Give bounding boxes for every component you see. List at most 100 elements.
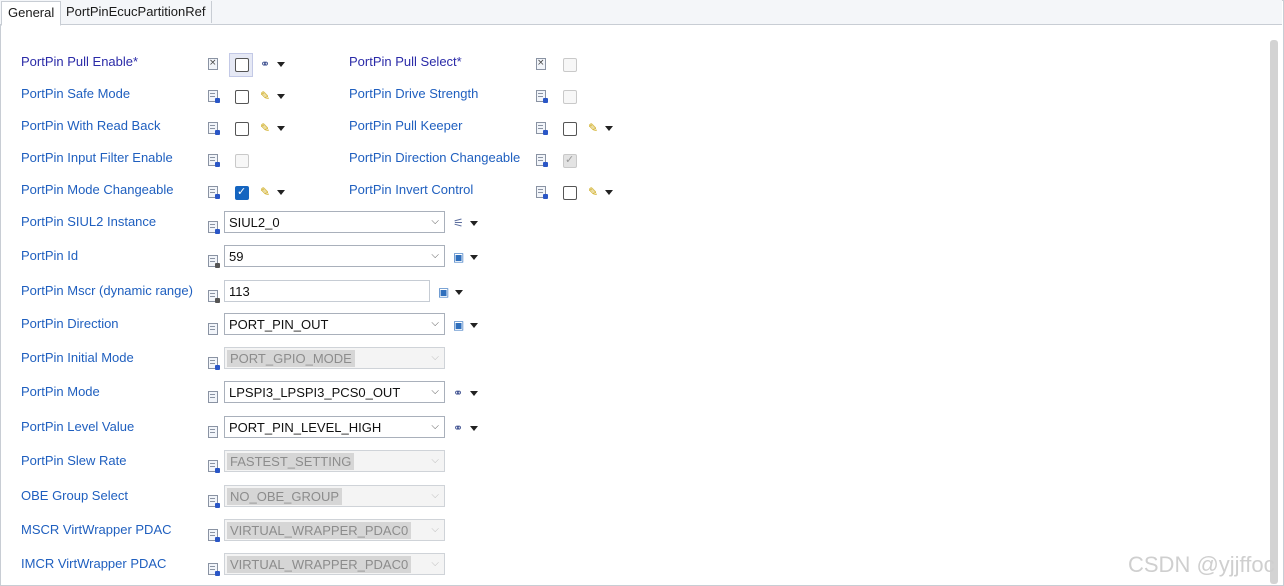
combo-box[interactable]: ⌵ 59 — [224, 245, 445, 267]
icon-line — [210, 128, 215, 129]
icon-badge — [215, 130, 220, 135]
chevron-down-icon[interactable]: ⌵ — [431, 318, 439, 329]
pencil-icon: ✎ — [260, 185, 271, 199]
dropdown-arrow-icon[interactable] — [470, 221, 478, 226]
icon-badge — [215, 365, 220, 370]
dropdown-arrow-icon[interactable] — [277, 126, 285, 131]
icon-line — [210, 432, 215, 433]
combo-box: ⌵ FASTEST_SETTING — [224, 450, 445, 472]
icon-badge — [215, 162, 220, 167]
default-param-icon — [208, 122, 220, 135]
field-label: MSCR VirtWrapper PDAC — [21, 522, 172, 537]
icon-line — [210, 501, 215, 502]
tab-general[interactable]: General — [1, 1, 62, 26]
icon-line — [538, 128, 543, 129]
icon-badge — [543, 98, 548, 103]
pencil-action[interactable]: ✎ — [260, 185, 286, 199]
combo-box[interactable]: ⌵ PORT_PIN_LEVEL_HIGH — [224, 416, 445, 438]
tab-portpin-ecuc-partition-ref[interactable]: PortPinEcucPartitionRef — [60, 1, 213, 23]
icon-line — [210, 227, 215, 228]
icon-mark: × — [537, 58, 545, 68]
icon-line — [210, 93, 215, 94]
icon-badge — [215, 571, 220, 576]
pencil-icon: ✎ — [260, 89, 271, 103]
icon-badge — [215, 468, 220, 473]
icon-line — [210, 397, 215, 398]
save-action[interactable]: ▣ — [453, 318, 479, 332]
checkbox[interactable] — [563, 122, 577, 136]
save-icon: ▣ — [438, 285, 450, 299]
field-label: PortPin Level Value — [21, 419, 135, 434]
enum-param-icon — [208, 426, 218, 438]
checkbox[interactable] — [563, 186, 577, 200]
default-param-icon — [536, 90, 548, 103]
icon-line — [210, 532, 215, 533]
dropdown-arrow-icon[interactable] — [470, 255, 478, 260]
link-chain-action[interactable]: ⚭ — [260, 57, 286, 71]
field-label: PortPin Invert Control — [349, 182, 474, 197]
checkbox — [563, 90, 577, 104]
pencil-action[interactable]: ✎ — [260, 121, 286, 135]
field-label: PortPin Pull Select* — [349, 54, 462, 69]
save-action[interactable]: ▣ — [438, 285, 464, 299]
dropdown-arrow-icon[interactable] — [455, 290, 463, 295]
icon-line — [210, 463, 215, 464]
dropdown-arrow-icon[interactable] — [470, 323, 478, 328]
icon-line — [538, 125, 543, 126]
wand-action[interactable]: ⚟ — [453, 216, 479, 230]
combo-box[interactable]: ⌵ PORT_PIN_OUT — [224, 313, 445, 335]
dropdown-arrow-icon[interactable] — [277, 94, 285, 99]
link-chain-action[interactable]: ⚭ — [453, 386, 479, 400]
dropdown-arrow-icon[interactable] — [470, 391, 478, 396]
chevron-down-icon[interactable]: ⌵ — [431, 421, 439, 432]
dropdown-arrow-icon[interactable] — [605, 126, 613, 131]
reference-param-icon — [208, 221, 220, 234]
pencil-action[interactable]: ✎ — [260, 89, 286, 103]
vertical-scrollbar[interactable] — [1270, 40, 1278, 584]
field-value: VIRTUAL_WRAPPER_PDAC0 — [227, 556, 412, 573]
chevron-down-icon[interactable]: ⌵ — [431, 386, 439, 397]
icon-line — [210, 394, 215, 395]
tab-bar: General PortPinEcucPartitionRef — [0, 0, 1282, 26]
dropdown-arrow-icon[interactable] — [470, 426, 478, 431]
field-value: SIUL2_0 — [229, 215, 280, 230]
combo-box[interactable]: ⌵ SIUL2_0 — [224, 211, 445, 233]
field-label: PortPin Input Filter Enable — [21, 150, 173, 165]
icon-badge — [215, 503, 220, 508]
dropdown-arrow-icon[interactable] — [277, 62, 285, 67]
field-value: PORT_PIN_LEVEL_HIGH — [229, 420, 382, 435]
link-chain-action[interactable]: ⚭ — [453, 421, 479, 435]
icon-badge — [215, 229, 220, 234]
icon-badge — [543, 162, 548, 167]
chevron-down-icon: ⌵ — [431, 524, 439, 535]
field-label: PortPin Direction — [21, 316, 119, 331]
chevron-down-icon: ⌵ — [431, 352, 439, 363]
icon-line — [210, 466, 215, 467]
chevron-down-icon: ⌵ — [431, 490, 439, 501]
chevron-down-icon[interactable]: ⌵ — [431, 216, 439, 227]
checkbox[interactable] — [235, 90, 249, 104]
checkbox[interactable] — [235, 58, 249, 72]
chevron-down-icon[interactable]: ⌵ — [431, 250, 439, 261]
icon-line — [538, 192, 543, 193]
checkbox[interactable] — [235, 185, 249, 200]
checkbox — [563, 153, 577, 168]
dropdown-arrow-icon[interactable] — [605, 190, 613, 195]
save-action[interactable]: ▣ — [453, 250, 479, 264]
combo-box[interactable]: ⌵ LPSPI3_LPSPI3_PCS0_OUT — [224, 381, 445, 403]
pencil-action[interactable]: ✎ — [588, 121, 614, 135]
field-label: PortPin Initial Mode — [21, 350, 134, 365]
xml-param-icon: × — [208, 58, 218, 70]
checkbox[interactable] — [235, 122, 249, 136]
numeric-param-icon — [208, 290, 220, 303]
dropdown-arrow-icon[interactable] — [277, 190, 285, 195]
icon-line — [210, 296, 215, 297]
pencil-action[interactable]: ✎ — [588, 185, 614, 199]
combo-box: ⌵ NO_OBE_GROUP — [224, 485, 445, 507]
chevron-down-icon: ⌵ — [431, 558, 439, 569]
field-value: FASTEST_SETTING — [227, 453, 355, 470]
save-icon: ▣ — [453, 250, 465, 264]
text-field[interactable]: 113 — [224, 280, 430, 302]
field-value: 113 — [229, 284, 250, 299]
field-label: PortPin SIUL2 Instance — [21, 214, 157, 229]
